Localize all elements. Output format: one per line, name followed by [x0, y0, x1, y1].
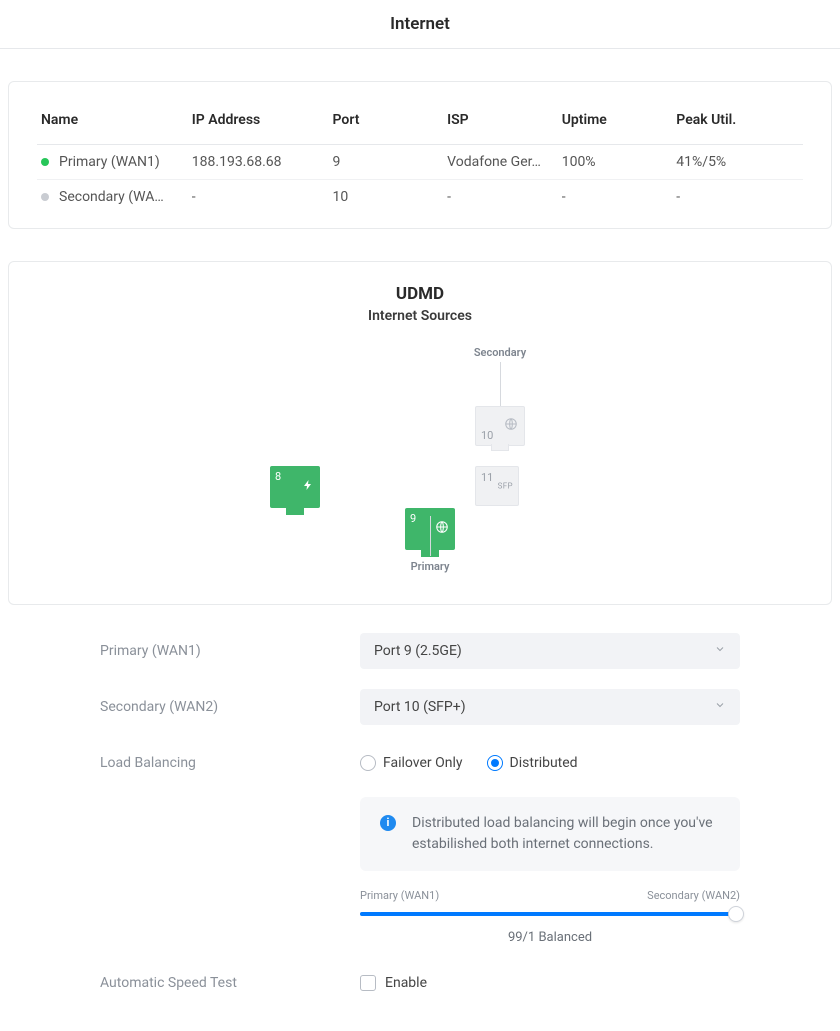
status-dot-icon: [41, 193, 49, 201]
radio-distributed[interactable]: Distributed: [487, 755, 578, 771]
cell-name: Primary (WAN1): [59, 154, 160, 170]
radio-label: Distributed: [510, 755, 578, 771]
slider-right-label: Secondary (WAN2): [647, 889, 740, 902]
wan-table: Name IP Address Port ISP Uptime Peak Uti…: [37, 102, 803, 214]
port-number: 10: [481, 429, 493, 442]
cell-name: Secondary (WA…: [59, 189, 164, 205]
info-icon: i: [380, 815, 396, 831]
cell-ip: 188.193.68.68: [188, 145, 329, 180]
col-isp[interactable]: ISP: [443, 102, 558, 145]
port-number: 11: [481, 471, 493, 484]
wan-table-card: Name IP Address Port ISP Uptime Peak Uti…: [8, 81, 832, 229]
radio-failover-only[interactable]: Failover Only: [360, 755, 463, 771]
cell-isp: Vodafone Ger…: [443, 145, 558, 180]
col-uptime[interactable]: Uptime: [558, 102, 673, 145]
cell-port: 10: [329, 180, 444, 215]
diagram-line: [500, 362, 501, 406]
chevron-down-icon: [714, 699, 726, 715]
globe-icon: [504, 417, 518, 435]
slider-fill: [360, 912, 736, 916]
chevron-down-icon: [714, 643, 726, 659]
slider-left-label: Primary (WAN1): [360, 889, 439, 902]
automatic-speed-test-label: Automatic Speed Test: [100, 965, 360, 991]
enable-checkbox[interactable]: [360, 975, 376, 991]
settings-form: Primary (WAN1) Port 9 (2.5GE) Secondary …: [100, 633, 740, 1001]
col-peak[interactable]: Peak Util.: [672, 102, 803, 145]
secondary-wan-select[interactable]: Port 10 (SFP+): [360, 689, 740, 725]
device-name: UDMD: [9, 284, 831, 304]
load-balancing-label: Load Balancing: [100, 745, 360, 771]
slider-caption: 99/1 Balanced: [360, 930, 740, 945]
enable-checkbox-label: Enable: [385, 975, 427, 991]
port-diagram: Secondary 10 8 9: [220, 346, 620, 576]
cell-ip: -: [188, 180, 329, 215]
sfp-label: SFP: [498, 482, 513, 491]
col-port[interactable]: Port: [329, 102, 444, 145]
secondary-wan-label: Secondary (WAN2): [100, 689, 360, 715]
port-11[interactable]: 11 SFP: [475, 466, 519, 506]
globe-icon: [435, 520, 449, 538]
table-row[interactable]: Secondary (WA… - 10 - - -: [37, 180, 803, 215]
page-title: Internet: [0, 14, 840, 34]
secondary-wan-value: Port 10 (SFP+): [374, 699, 466, 715]
port-8[interactable]: 8: [270, 466, 320, 508]
diagram-subtitle: Internet Sources: [9, 308, 831, 324]
cell-uptime: 100%: [558, 145, 673, 180]
cell-isp: -: [443, 180, 558, 215]
cell-peak: 41%/5%: [672, 145, 803, 180]
port-number: 9: [410, 512, 416, 525]
radio-label: Failover Only: [383, 755, 463, 771]
load-balancing-info: i Distributed load balancing will begin …: [360, 797, 740, 871]
diagram-card: UDMD Internet Sources Secondary 10 8 9: [8, 261, 832, 605]
status-dot-icon: [41, 158, 49, 166]
primary-wan-value: Port 9 (2.5GE): [374, 643, 462, 659]
slider-thumb[interactable]: [728, 906, 744, 922]
cell-peak: -: [672, 180, 803, 215]
info-text: Distributed load balancing will begin on…: [412, 815, 713, 852]
primary-label: Primary: [411, 560, 450, 573]
primary-wan-label: Primary (WAN1): [100, 633, 360, 659]
port-10[interactable]: 10: [475, 406, 525, 446]
secondary-label: Secondary: [474, 346, 526, 359]
lightning-icon: [302, 477, 314, 497]
diagram-line: [430, 516, 431, 556]
cell-uptime: -: [558, 180, 673, 215]
col-name[interactable]: Name: [37, 102, 188, 145]
balance-slider[interactable]: [360, 912, 740, 916]
page-header: Internet: [0, 0, 840, 49]
cell-port: 9: [329, 145, 444, 180]
table-row[interactable]: Primary (WAN1) 188.193.68.68 9 Vodafone …: [37, 145, 803, 180]
port-number: 8: [275, 470, 281, 483]
col-ip[interactable]: IP Address: [188, 102, 329, 145]
primary-wan-select[interactable]: Port 9 (2.5GE): [360, 633, 740, 669]
